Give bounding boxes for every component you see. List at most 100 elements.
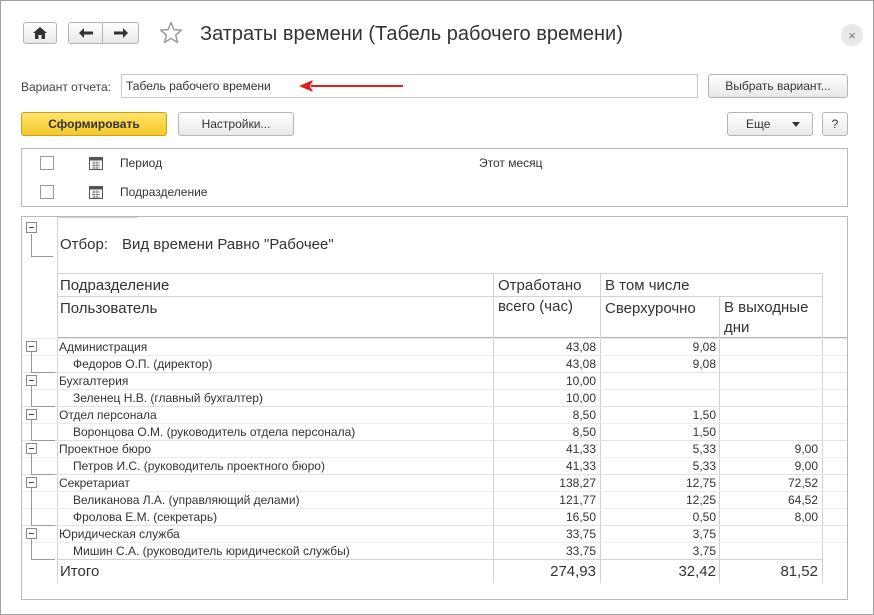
collapse-group-icon[interactable]	[26, 528, 37, 539]
cell-overtime: 5,33	[692, 442, 716, 456]
cell-overtime: 5,33	[692, 459, 716, 473]
header-department: Подразделение	[60, 277, 170, 294]
cell-total: 33,75	[565, 544, 596, 558]
group-bracket	[31, 488, 32, 525]
help-button[interactable]: ?	[822, 112, 848, 136]
report-spreadsheet[interactable]: Отбор: Вид времени Равно "Рабочее" Подраз…	[21, 216, 848, 600]
setting-name: Период	[120, 156, 163, 170]
row-name: Федоров О.П. (директор)	[73, 357, 213, 371]
grid-line	[57, 217, 137, 218]
home-button[interactable]	[23, 22, 57, 44]
cell-overtime: 1,50	[692, 425, 716, 439]
table-row[interactable]: Фролова Е.М. (секретарь) 16,50 0,50 8,00	[22, 508, 847, 525]
cell-total: 43,08	[565, 340, 596, 354]
calendar-icon	[89, 157, 103, 170]
variant-field[interactable]: Табель рабочего времени	[121, 74, 698, 98]
group-bracket	[31, 386, 32, 406]
settings-button[interactable]: Настройки...	[178, 112, 294, 136]
header-user: Пользователь	[60, 300, 158, 317]
cell-overtime: 9,08	[692, 340, 716, 354]
department-checkbox[interactable]	[40, 185, 54, 199]
row-name: Фролова Е.М. (секретарь)	[73, 510, 218, 524]
collapse-group-icon[interactable]	[26, 375, 37, 386]
row-name: Отдел персонала	[59, 408, 157, 422]
group-bracket	[31, 454, 32, 474]
cell-overtime: 3,75	[692, 527, 716, 541]
calendar-icon	[89, 186, 103, 199]
group-bracket	[31, 525, 55, 526]
collapse-group-icon[interactable]	[26, 477, 37, 488]
collapse-group-icon[interactable]	[26, 341, 37, 352]
home-icon	[33, 27, 47, 39]
forward-button[interactable]	[103, 22, 139, 44]
period-checkbox[interactable]	[40, 156, 54, 170]
filter-label: Отбор:	[60, 236, 108, 253]
group-bracket	[31, 256, 53, 257]
row-name: Зеленец Н.В. (главный бухгалтер)	[73, 391, 263, 405]
grid-line	[57, 296, 822, 297]
row-name: Петров И.С. (руководитель проектного бюр…	[73, 459, 325, 473]
group-row[interactable]: Администрация 43,08 9,08	[22, 338, 847, 355]
cell-overtime: 0,50	[692, 510, 716, 524]
more-button[interactable]: Еще	[727, 112, 813, 136]
cell-overtime: 12,25	[685, 493, 716, 507]
header-weekends-2: дни	[724, 319, 750, 336]
table-row[interactable]: Воронцова О.М. (руководитель отдела перс…	[22, 423, 847, 440]
cell-weekend: 72,52	[787, 476, 818, 490]
group-bracket	[31, 372, 55, 373]
collapse-group-icon[interactable]	[26, 443, 37, 454]
group-bracket	[31, 559, 55, 560]
row-name: Юридическая служба	[59, 527, 180, 541]
close-button[interactable]: ×	[841, 24, 863, 46]
cell-overtime: 9,08	[692, 357, 716, 371]
group-row[interactable]: Юридическая служба 33,75 3,75	[22, 525, 847, 542]
cell-weekend: 9,00	[794, 459, 818, 473]
collapse-group-icon[interactable]	[26, 409, 37, 420]
header-overtime: Сверхурочно	[605, 300, 696, 317]
favorite-star-icon[interactable]	[159, 21, 183, 45]
total-weekend: 81,52	[780, 563, 818, 580]
setting-row-department: Подразделение	[22, 178, 847, 207]
row-name: Бухгалтерия	[59, 374, 129, 388]
cell-total: 10,00	[565, 391, 596, 405]
red-arrow-annotation	[299, 80, 403, 92]
cell-weekend: 9,00	[794, 442, 818, 456]
cell-total: 16,50	[565, 510, 596, 524]
total-label: Итого	[60, 563, 100, 580]
generate-button[interactable]: Сформировать	[21, 112, 167, 136]
table-row[interactable]: Мишин С.А. (руководитель юридической слу…	[22, 542, 847, 559]
row-name: Секретариат	[59, 476, 130, 490]
cell-total: 121,77	[559, 493, 596, 507]
table-row[interactable]: Петров И.С. (руководитель проектного бюр…	[22, 457, 847, 474]
header-worked-total: Отработано	[498, 277, 582, 294]
group-bracket	[31, 406, 55, 407]
group-bracket	[31, 474, 55, 475]
group-row[interactable]: Бухгалтерия 10,00	[22, 372, 847, 389]
group-bracket	[31, 234, 32, 256]
table-row[interactable]: Федоров О.П. (директор) 43,08 9,08	[22, 355, 847, 372]
row-name: Воронцова О.М. (руководитель отдела перс…	[73, 425, 356, 439]
group-row[interactable]: Секретариат 138,27 12,75 72,52	[22, 474, 847, 491]
group-row[interactable]: Проектное бюро 41,33 5,33 9,00	[22, 440, 847, 457]
choose-variant-button[interactable]: Выбрать вариант...	[708, 74, 848, 98]
total-row: Итого 274,93 32,42 81,52	[22, 560, 847, 584]
group-bracket	[31, 539, 32, 559]
table-row[interactable]: Зеленец Н.В. (главный бухгалтер) 10,00	[22, 389, 847, 406]
page-title: Затраты времени (Табель рабочего времени…	[200, 23, 623, 45]
collapse-filter-group-icon[interactable]	[26, 222, 37, 233]
cell-total: 8,50	[572, 408, 596, 422]
group-bracket	[31, 352, 32, 372]
cell-total: 41,33	[565, 459, 596, 473]
header-including: В том числе	[605, 277, 690, 294]
report-filter: Отбор: Вид времени Равно "Рабочее"	[60, 236, 334, 253]
header-worked-total-unit: всего (час)	[498, 298, 573, 315]
back-button[interactable]	[68, 22, 103, 44]
dropdown-arrow-icon	[792, 121, 801, 127]
cell-total: 43,08	[565, 357, 596, 371]
setting-value[interactable]: Этот месяц	[479, 156, 543, 170]
cell-weekend: 64,52	[787, 493, 818, 507]
table-row[interactable]: Великанова Л.А. (управляющий делами) 121,…	[22, 491, 847, 508]
group-row[interactable]: Отдел персонала 8,50 1,50	[22, 406, 847, 423]
group-bracket	[31, 420, 32, 440]
close-icon: ×	[848, 27, 856, 43]
